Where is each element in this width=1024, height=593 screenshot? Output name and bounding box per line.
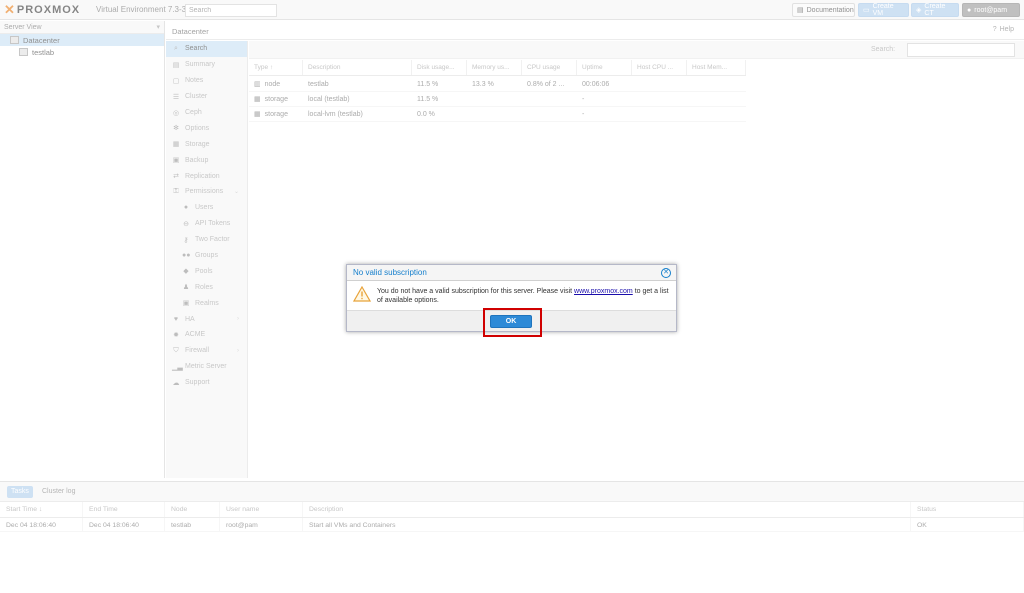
- warning-icon: [353, 286, 371, 302]
- ok-highlight-box: [483, 308, 542, 337]
- dialog-title: No valid subscription: [353, 268, 427, 277]
- dialog-body: You do not have a valid subscription for…: [347, 281, 676, 310]
- proxmox-link[interactable]: www.proxmox.com: [574, 288, 633, 295]
- close-icon[interactable]: ✕: [661, 268, 671, 278]
- dialog-message: You do not have a valid subscription for…: [377, 287, 673, 305]
- message-text: You do not have a valid subscription for…: [377, 288, 575, 295]
- dialog-header: No valid subscription ✕: [347, 265, 676, 281]
